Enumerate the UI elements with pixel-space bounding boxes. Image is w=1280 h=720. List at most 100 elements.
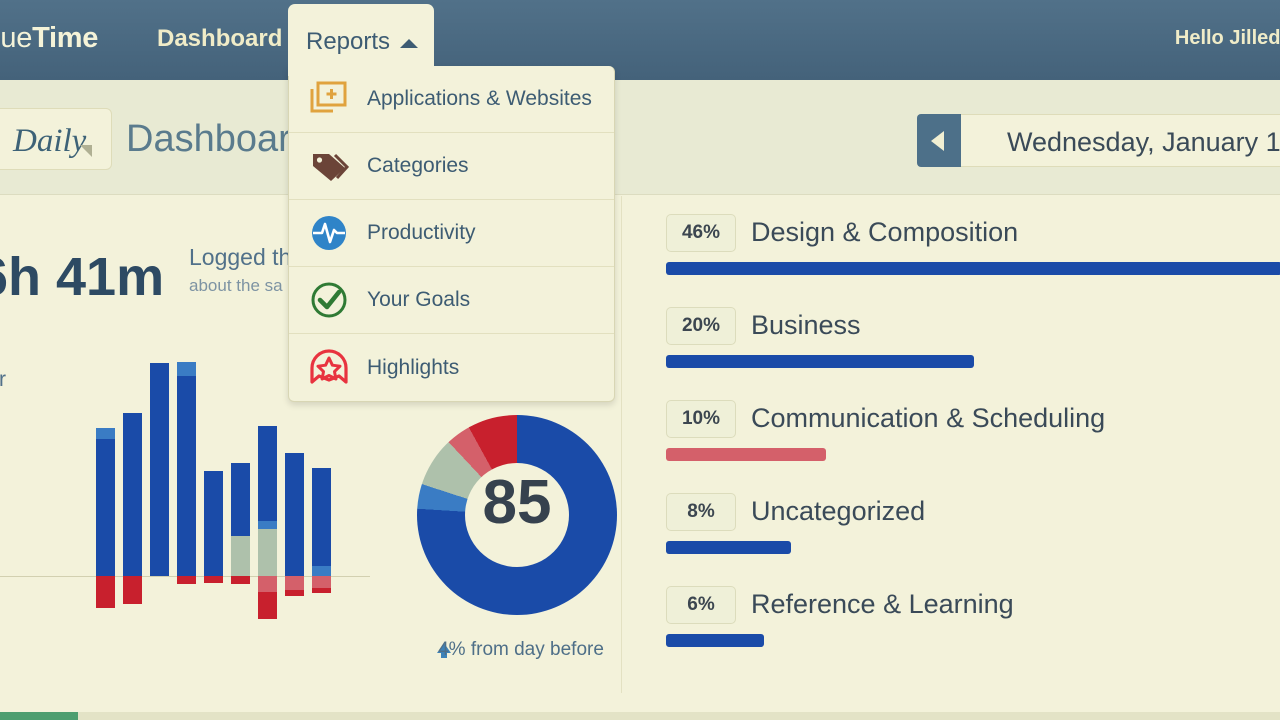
category-bar: [666, 262, 1280, 275]
dashboard-content: 6h 41m Logged th about the sa hour M6AM9…: [0, 196, 1280, 720]
chart-bar-segment: [312, 576, 331, 588]
chart-bar-positive[interactable]: [96, 428, 115, 576]
date-display[interactable]: Wednesday, January 17: [961, 114, 1280, 167]
chart-bar-negative[interactable]: [96, 576, 115, 608]
category-breakdown-panel: 46% Design & Composition 20% Business 10% Com…: [621, 196, 1280, 693]
previous-day-button[interactable]: [917, 114, 961, 167]
menu-item-productivity-label: Productivity: [367, 221, 476, 244]
category-percent-badge: 46%: [666, 214, 736, 252]
menu-item-applications-websites-label: Applications & Websites: [367, 87, 592, 110]
chart-bar-negative[interactable]: [312, 576, 331, 593]
user-greeting[interactable]: Hello Jilleduff: [1175, 27, 1280, 50]
chart-bar-segment: [285, 453, 304, 576]
chart-bar-segment: [258, 592, 277, 619]
hourly-productivity-chart: [0, 362, 380, 627]
brand-light: scue: [0, 22, 33, 54]
chart-bar-segment: [258, 529, 277, 576]
chart-bar-positive[interactable]: [177, 362, 196, 576]
chevron-left-icon: [931, 131, 944, 151]
logged-comparison: about the sa: [189, 276, 283, 295]
score-delta-text: 4% from day before: [438, 639, 604, 660]
category-name: Business: [751, 310, 861, 340]
date-display-text: Wednesday, January 17: [1007, 127, 1280, 157]
category-name: Design & Composition: [751, 217, 1019, 247]
per-hour-label: hour: [0, 368, 7, 391]
pulse-icon: [307, 211, 351, 255]
chart-bar-segment: [204, 576, 223, 583]
menu-item-productivity[interactable]: Productivity: [289, 200, 614, 267]
category-percent-badge: 8%: [666, 493, 736, 531]
chart-bar-segment: [96, 439, 115, 576]
nav-item-dashboard[interactable]: Dashboard: [157, 25, 282, 53]
nav-item-reports[interactable]: Reports: [288, 4, 434, 76]
chart-bar-segment: [177, 576, 196, 584]
chart-bar-negative[interactable]: [177, 576, 196, 584]
chart-bar-segment: [177, 376, 196, 576]
category-name: Reference & Learning: [751, 589, 1014, 619]
bottom-progress-fill: [0, 712, 78, 720]
chart-bar-segment: [150, 363, 169, 576]
logged-description: Logged th: [189, 244, 292, 270]
chart-bar-segment: [123, 413, 142, 576]
chart-bar-positive[interactable]: [312, 468, 331, 576]
chart-bar-segment: [231, 576, 250, 584]
period-selector-label: Daily: [13, 123, 87, 159]
productivity-score-chart: 85 4% from day before: [417, 415, 617, 660]
menu-item-applications-websites[interactable]: Applications & Websites: [289, 66, 614, 133]
brand-bold: Time: [32, 22, 99, 54]
chart-bar-positive[interactable]: [231, 463, 250, 576]
productivity-score-value: 85: [482, 468, 552, 537]
chart-bar-segment: [312, 468, 331, 566]
check-circle-icon: [307, 278, 351, 322]
category-bar: [666, 448, 826, 461]
category-bar: [666, 541, 791, 554]
chart-bar-segment: [258, 426, 277, 521]
chart-bar-positive[interactable]: [123, 413, 142, 576]
chart-bar-negative[interactable]: [123, 576, 142, 604]
chart-bar-segment: [312, 566, 331, 576]
category-percent-badge: 6%: [666, 586, 736, 624]
chart-bar-positive[interactable]: [285, 453, 304, 576]
total-time-logged: 6h 41m: [0, 247, 165, 307]
chart-bar-segment: [258, 576, 277, 592]
chart-bar-negative[interactable]: [258, 576, 277, 619]
chart-bar-segment: [312, 588, 331, 593]
rescuetime-logo[interactable]: scueTime: [0, 22, 98, 55]
chart-bar-segment: [204, 471, 223, 576]
chart-bar-segment: [96, 428, 115, 439]
chart-bar-negative[interactable]: [204, 576, 223, 583]
category-name: Communication & Scheduling: [751, 403, 1106, 433]
chart-bar-segment: [123, 576, 142, 604]
chart-bar-segment: [231, 463, 250, 536]
chart-bar-positive[interactable]: [258, 426, 277, 576]
tag-icon: [307, 144, 351, 188]
applications-websites-icon: [307, 77, 351, 121]
chart-bar-negative[interactable]: [231, 576, 250, 584]
menu-item-highlights[interactable]: Highlights: [289, 334, 614, 401]
top-navbar: scueTime Dashboard Hello Jilleduff: [0, 0, 1280, 80]
reports-dropdown-menu: Applications & Websites Categories Produ…: [288, 66, 615, 402]
chevron-down-icon: [80, 145, 92, 157]
menu-item-your-goals[interactable]: Your Goals: [289, 267, 614, 334]
app-root: scueTime Dashboard Hello Jilleduff Repor…: [0, 0, 1280, 720]
chart-bar-segment: [96, 576, 115, 608]
chevron-up-icon: [400, 39, 418, 48]
star-badge-icon: [307, 346, 351, 390]
category-percent-badge: 10%: [666, 400, 736, 438]
chart-bar-positive[interactable]: [150, 363, 169, 576]
category-bar: [666, 355, 974, 368]
category-name: Uncategorized: [751, 496, 926, 526]
chart-bar-segment: [285, 590, 304, 596]
period-selector[interactable]: Daily: [0, 108, 112, 170]
nav-item-reports-label: Reports: [306, 28, 391, 55]
chart-bar-positive[interactable]: [204, 471, 223, 576]
menu-item-highlights-label: Highlights: [367, 355, 460, 379]
page-title: Dashboard: [126, 118, 312, 160]
category-bar: [666, 634, 764, 647]
chart-bar-negative[interactable]: [285, 576, 304, 596]
category-percent-badge: 20%: [666, 307, 736, 345]
chart-bar-segment: [177, 362, 196, 376]
chart-bar-segment: [285, 576, 304, 590]
menu-item-categories[interactable]: Categories: [289, 133, 614, 200]
bottom-progress-track: [0, 712, 1280, 720]
